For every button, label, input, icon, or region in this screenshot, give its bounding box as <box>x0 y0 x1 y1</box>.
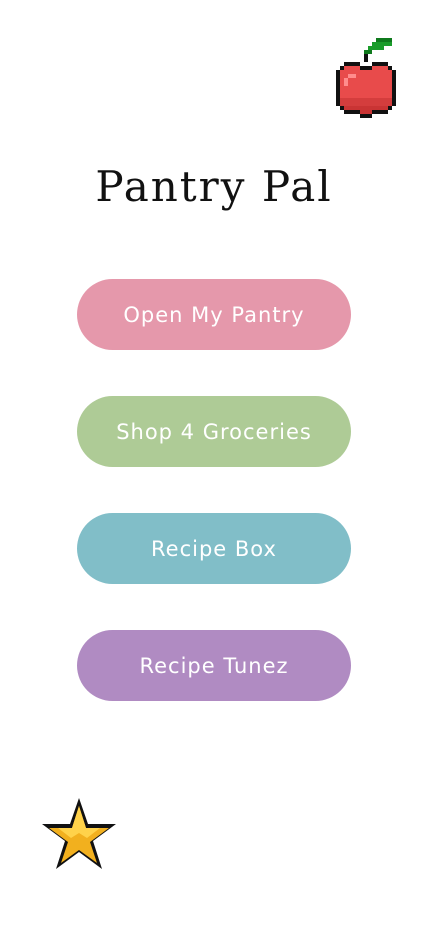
main-menu: Open My Pantry Shop 4 Groceries Recipe B… <box>77 279 351 701</box>
apple-icon <box>336 38 396 122</box>
recipe-tunez-button[interactable]: Recipe Tunez <box>77 630 351 701</box>
open-my-pantry-button[interactable]: Open My Pantry <box>77 279 351 350</box>
app-title: Pantry Pal <box>95 162 333 211</box>
recipe-box-button[interactable]: Recipe Box <box>77 513 351 584</box>
shop-4-groceries-button[interactable]: Shop 4 Groceries <box>77 396 351 467</box>
star-icon <box>40 795 118 873</box>
